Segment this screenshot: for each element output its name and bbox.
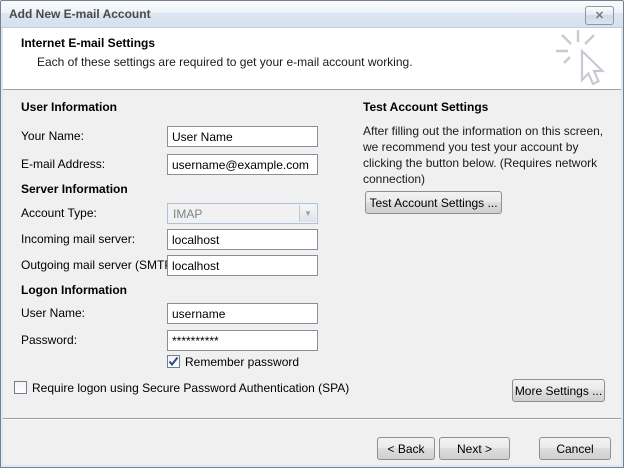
footer-divider: [3, 418, 621, 420]
titlebar[interactable]: Add New E-mail Account ✕: [1, 1, 623, 28]
close-icon: ✕: [595, 9, 604, 22]
test-account-settings-button[interactable]: Test Account Settings ...: [365, 191, 502, 214]
password-label: Password:: [21, 333, 77, 347]
close-button[interactable]: ✕: [585, 6, 614, 25]
test-account-description: After filling out the information on thi…: [363, 123, 619, 187]
account-type-label: Account Type:: [21, 206, 97, 220]
remember-password-checkbox[interactable]: [167, 355, 180, 368]
incoming-server-label: Incoming mail server:: [21, 232, 135, 246]
section-logon-information: Logon Information: [21, 283, 127, 297]
email-address-input[interactable]: [167, 154, 318, 175]
outgoing-server-label: Outgoing mail server (SMTP):: [21, 258, 180, 272]
section-server-information: Server Information: [21, 182, 128, 196]
window-title: Add New E-mail Account: [9, 7, 151, 21]
logon-user-name-label: User Name:: [21, 306, 85, 320]
password-input[interactable]: [167, 330, 318, 351]
incoming-server-input[interactable]: [167, 229, 318, 250]
email-address-label: E-mail Address:: [21, 157, 105, 171]
remember-password-label[interactable]: Remember password: [185, 355, 299, 369]
check-icon: [168, 356, 179, 367]
outgoing-server-input[interactable]: [167, 255, 318, 276]
your-name-label: Your Name:: [21, 129, 84, 143]
your-name-input[interactable]: [167, 126, 318, 147]
cancel-button[interactable]: Cancel: [539, 437, 611, 460]
logon-user-name-input[interactable]: [167, 303, 318, 324]
more-settings-button[interactable]: More Settings ...: [512, 379, 605, 402]
cursor-click-watermark-icon: [553, 28, 615, 92]
chevron-down-icon: ▼: [299, 205, 316, 222]
add-email-account-dialog: Add New E-mail Account ✕ Internet E-mail…: [0, 0, 624, 468]
account-type-value: IMAP: [173, 207, 202, 221]
wizard-header: Internet E-mail Settings Each of these s…: [3, 28, 621, 90]
account-type-dropdown: IMAP ▼: [167, 203, 318, 224]
section-test-account-settings: Test Account Settings: [363, 100, 488, 114]
spa-label[interactable]: Require logon using Secure Password Auth…: [32, 381, 349, 395]
back-button[interactable]: < Back: [377, 437, 435, 460]
section-user-information: User Information: [21, 100, 117, 114]
next-button[interactable]: Next >: [439, 437, 510, 460]
spa-checkbox[interactable]: [14, 381, 27, 394]
page-subtitle: Each of these settings are required to g…: [37, 55, 413, 69]
page-title: Internet E-mail Settings: [21, 36, 155, 50]
dialog-client-area: Internet E-mail Settings Each of these s…: [3, 28, 621, 465]
